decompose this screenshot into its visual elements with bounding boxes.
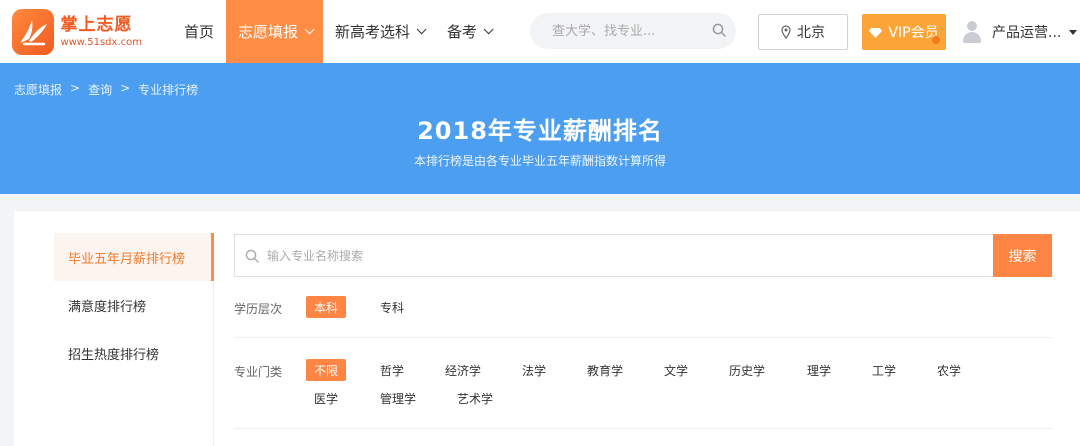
filter-chip-undergrad[interactable]: 本科 [306, 296, 347, 318]
filter-chip-arts[interactable]: 艺术学 [449, 387, 501, 409]
logo-title: 掌上志愿 [60, 15, 133, 35]
page-banner: 志愿填报 > 查询 > 专业排行榜 2018年专业薪酬排名 本排行榜是由各专业毕… [0, 63, 1080, 194]
sidebar-item-popularity-ranking[interactable]: 招生热度排行榜 [54, 329, 214, 377]
user-menu[interactable]: 产品运营... [962, 14, 1078, 50]
breadcrumb: 志愿填报 > 查询 > 专业排行榜 [14, 81, 198, 98]
filter-chip-all[interactable]: 不限 [306, 359, 347, 381]
ranking-panel: 毕业五年月薪排行榜 满意度排行榜 招生热度排行榜 搜索 学历层次 本科 专科 专… [14, 211, 1080, 446]
major-search: 搜索 [234, 234, 1052, 277]
page-subtitle: 本排行榜是由各专业毕业五年薪酬指数计算所得 [413, 154, 666, 168]
sidebar-item-salary-ranking[interactable]: 毕业五年月薪排行榜 [54, 233, 214, 281]
sidebar-item-label: 招生热度排行榜 [68, 347, 160, 363]
filter-chip-law[interactable]: 法学 [514, 359, 554, 381]
major-search-input[interactable] [267, 248, 867, 263]
nav-item-subject-selection[interactable]: 新高考选科 [323, 0, 435, 63]
sidebar-item-label: 满意度排行榜 [68, 299, 147, 315]
search-icon[interactable] [712, 22, 726, 41]
logo-url: www.51sdx.com [60, 37, 142, 48]
logo[interactable]: 掌上志愿 www.51sdx.com [12, 8, 142, 56]
filter-chip-literature[interactable]: 文学 [656, 359, 696, 381]
major-search-box [234, 234, 993, 277]
top-search [530, 13, 736, 49]
filter-label-level: 学历层次 [234, 302, 283, 316]
nav-item-exam-prep[interactable]: 备考 [435, 0, 502, 63]
breadcrumb-item-current: 专业排行榜 [138, 83, 199, 97]
nav-item-label: 备考 [447, 23, 478, 41]
nav-item-label: 新高考选科 [335, 23, 411, 41]
logo-bird-icon [12, 9, 55, 55]
sidebar-item-satisfaction-ranking[interactable]: 满意度排行榜 [54, 281, 214, 329]
chevron-down-icon [304, 24, 315, 35]
search-icon [245, 249, 259, 263]
filter-chip-science[interactable]: 理学 [799, 359, 839, 381]
nav-item-home[interactable]: 首页 [172, 0, 226, 63]
ranking-sidebar: 毕业五年月薪排行榜 满意度排行榜 招生热度排行榜 [54, 233, 214, 446]
nav-item-application[interactable]: 志愿填报 [226, 0, 324, 63]
filter-chip-history[interactable]: 历史学 [721, 359, 773, 381]
filter-chip-philosophy[interactable]: 哲学 [372, 359, 412, 381]
avatar-icon [962, 21, 982, 43]
caret-down-icon [1069, 29, 1078, 35]
top-header: 掌上志愿 www.51sdx.com 首页 志愿填报 新高考选科 备考 北京 [0, 0, 1080, 63]
vip-button[interactable]: VIP会员 [862, 14, 946, 50]
chevron-down-icon [416, 24, 427, 35]
filter-chip-economics[interactable]: 经济学 [437, 359, 489, 381]
breadcrumb-item-query[interactable]: 查询 [88, 81, 112, 98]
vip-badge-dot [932, 36, 940, 44]
filter-chip-medicine[interactable]: 医学 [306, 387, 346, 409]
chevron-down-icon [483, 24, 494, 35]
filter-divider [234, 428, 1052, 429]
sidebar-item-label: 毕业五年月薪排行榜 [68, 251, 186, 267]
filter-chip-engineering[interactable]: 工学 [864, 359, 904, 381]
diamond-icon [869, 27, 883, 38]
city-selector[interactable]: 北京 [758, 14, 848, 50]
city-label: 北京 [797, 25, 825, 41]
location-pin-icon [781, 25, 791, 39]
filter-chip-education[interactable]: 教育学 [579, 359, 631, 381]
search-button[interactable]: 搜索 [993, 234, 1052, 277]
filter-chip-vocational[interactable]: 专科 [372, 296, 412, 318]
breadcrumb-separator: > [70, 81, 81, 95]
page-title: 2018年专业薪酬排名 [417, 117, 663, 145]
nav-item-label: 志愿填报 [238, 23, 299, 41]
filter-chip-management[interactable]: 管理学 [372, 387, 424, 409]
user-name: 产品运营... [992, 25, 1062, 41]
filter-label-category: 专业门类 [234, 365, 283, 379]
filter-divider [234, 337, 1052, 338]
top-search-input[interactable] [552, 23, 712, 39]
breadcrumb-separator: > [120, 81, 131, 95]
filter-chip-agriculture[interactable]: 农学 [929, 359, 969, 381]
main-nav: 首页 志愿填报 新高考选科 备考 [172, 0, 502, 63]
breadcrumb-item-application[interactable]: 志愿填报 [14, 81, 62, 98]
nav-item-label: 首页 [184, 23, 215, 41]
